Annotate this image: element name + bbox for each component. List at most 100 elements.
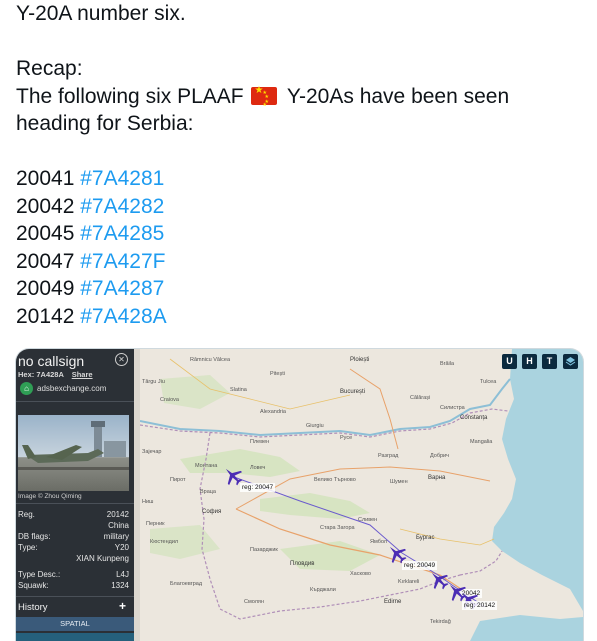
hashtag-link[interactable]: #7A4282 — [80, 195, 164, 218]
hashtag-link[interactable]: #7A4285 — [80, 222, 164, 245]
field-value: 20142 — [106, 510, 129, 519]
photo-credit: Image © Zhou Qiming — [18, 493, 82, 500]
aircraft-reg: 20045 — [16, 222, 75, 245]
aircraft-row: 20049 #7A4287 — [16, 275, 581, 303]
map-place-label: Варна — [428, 475, 446, 481]
site-name: adsbexchange.com — [37, 384, 107, 393]
map-place-label: Пирот — [170, 477, 186, 483]
map-control-h-button[interactable]: H — [522, 354, 537, 369]
map-place-label: Călărași — [410, 395, 431, 401]
map-place-label: Târgu Jiu — [142, 379, 165, 385]
map-place-label: Перник — [146, 521, 165, 527]
recap-label: Recap: — [16, 57, 83, 80]
map-place-label: Благоевград — [170, 581, 203, 587]
recap-line: The following six PLAAF ★ ★ ★ ★ ★ Y-20As… — [16, 83, 581, 111]
map-place-label: Mangalia — [470, 439, 493, 445]
tweet-text: Y-20A number six. Recap: The following s… — [16, 0, 581, 330]
field-value: L4J — [116, 570, 129, 579]
history-label[interactable]: History — [18, 602, 48, 613]
layers-icon[interactable] — [563, 354, 578, 369]
map-place-label: Kırklareli — [398, 579, 420, 585]
map-place-label: Tulcea — [480, 379, 497, 385]
tweet-line-1: Y-20A number six. — [16, 2, 186, 25]
map-place-label: Ниш — [142, 499, 154, 505]
hex-value: 7A428A — [36, 370, 64, 379]
map-place-label: Бургас — [416, 535, 435, 541]
hex-line: Hex: 7A428A Share — [18, 370, 93, 379]
aircraft-reg: 20041 — [16, 167, 75, 190]
adsbexchange-logo-icon: ⌂ — [20, 382, 33, 395]
map-place-label: Slatina — [230, 387, 247, 393]
map-place-label: Стара Загора — [320, 525, 355, 531]
share-link[interactable]: Share — [72, 370, 93, 379]
spatial-tab[interactable]: SPATIAL — [16, 617, 134, 631]
aircraft-reg-label: reg: 20142 — [462, 601, 498, 610]
aircraft-photo — [18, 415, 129, 491]
divider — [16, 503, 134, 504]
map-place-label: Пазарджик — [250, 547, 278, 553]
map-place-label: Râmnicu Vâlcea — [190, 357, 231, 363]
map-place-label: București — [340, 389, 366, 395]
map-place-label: Враца — [200, 489, 216, 495]
site-link[interactable]: ⌂ adsbexchange.com — [20, 382, 106, 395]
map-place-label: Giurgiu — [306, 423, 324, 429]
china-flag-icon: ★ ★ ★ ★ ★ — [251, 85, 278, 108]
map-place-label: Плевен — [250, 439, 270, 445]
aircraft-reg: 20042 — [16, 194, 75, 218]
plus-icon[interactable]: + — [119, 599, 126, 613]
map-place-label: Велико Търново — [314, 477, 356, 483]
field-label: Reg. — [18, 510, 35, 519]
close-icon[interactable]: ✕ — [115, 353, 128, 366]
field-value: Y20 — [114, 543, 129, 552]
divider — [16, 596, 134, 597]
map-place-label: Русе — [340, 435, 353, 441]
map-control-t-button[interactable]: T — [542, 354, 557, 369]
aircraft-row: 20045 #7A4285 — [16, 220, 581, 248]
aircraft-row: 20142 #7A428A — [16, 303, 581, 331]
map-place-label: Кюстендил — [150, 539, 179, 545]
aircraft-reg-label: reg: 20047 — [240, 483, 276, 492]
map-place-label: Кърджали — [310, 587, 336, 593]
map-place-label: Зајечар — [142, 449, 162, 455]
recap-line-2: heading for Serbia: — [16, 112, 194, 135]
aircraft-info-panel: no callsign ✕ Hex: 7A428A Share ⌂ adsbex… — [16, 349, 134, 641]
aircraft-reg: 20047 — [16, 249, 75, 273]
callsign-title: no callsign — [18, 353, 85, 369]
field-value: China — [108, 521, 129, 530]
field-label: Type Desc.: — [18, 570, 61, 579]
recap-text-before: The following six PLAAF — [16, 84, 244, 108]
aircraft-reg: 20142 — [16, 304, 75, 328]
hashtag-link[interactable]: #7A427F — [80, 250, 165, 273]
map-view[interactable]: U H T Ploiești București Craiova Pitești… — [140, 349, 583, 641]
aircraft-row: 20047 #7A427F — [16, 248, 581, 276]
map-place-label: Brăila — [440, 361, 455, 367]
map-place-label: Хасково — [350, 571, 371, 577]
map-place-label: Alexandria — [260, 409, 286, 415]
map-place-label: Шумен — [390, 479, 408, 485]
field-label: Type: — [18, 543, 38, 552]
divider — [16, 401, 134, 402]
hashtag-link[interactable]: #7A428A — [80, 305, 166, 328]
field-label: Squawk: — [18, 581, 49, 590]
hashtag-link[interactable]: #7A4281 — [80, 167, 164, 190]
map-place-label: Монтана — [195, 463, 218, 469]
map-place-label: Ямбол — [370, 539, 387, 545]
aircraft-row: 20041 #7A4281 — [16, 165, 581, 193]
field-value: military — [103, 532, 129, 541]
map-place-label: Добрич — [430, 453, 449, 459]
tweet-media-image[interactable]: no callsign ✕ Hex: 7A428A Share ⌂ adsbex… — [15, 348, 584, 641]
map-place-label: Constanța — [460, 415, 488, 421]
map-place-label: Edirne — [384, 599, 402, 605]
field-value: XIAN Kunpeng — [76, 554, 129, 563]
aircraft-reg: 20049 — [16, 277, 75, 300]
field-value: 1324 — [111, 581, 129, 590]
recap-text-after: Y-20As have been seen — [286, 84, 510, 108]
map-place-label: Craiova — [160, 397, 179, 403]
hex-label: Hex: — [18, 370, 35, 379]
map-control-u-button[interactable]: U — [502, 354, 517, 369]
hashtag-link[interactable]: #7A4287 — [80, 277, 164, 300]
map-place-label: София — [202, 509, 222, 515]
map-place-label: Tekirdağ — [430, 619, 451, 625]
